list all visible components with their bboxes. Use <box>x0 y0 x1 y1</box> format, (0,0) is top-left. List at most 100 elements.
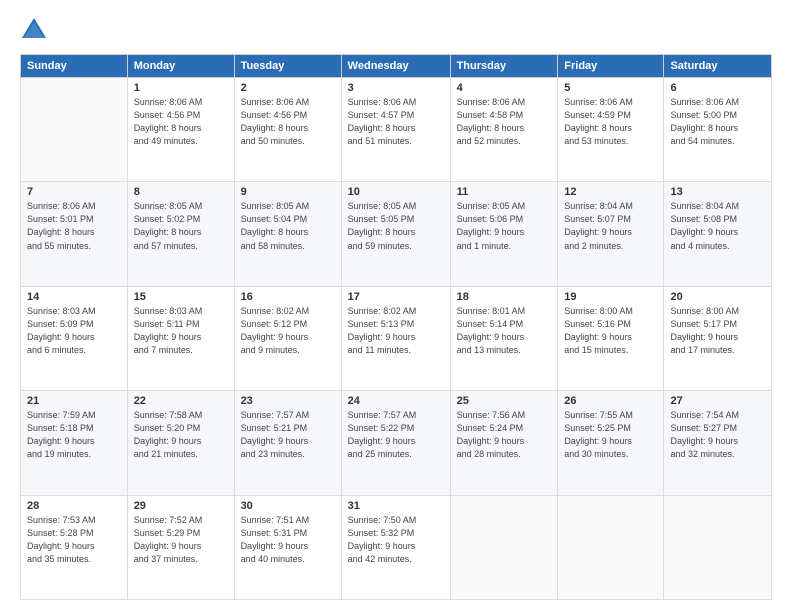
header-day-saturday: Saturday <box>664 55 772 78</box>
day-info: Sunrise: 7:59 AM Sunset: 5:18 PM Dayligh… <box>27 409 121 461</box>
day-number: 23 <box>241 395 335 407</box>
day-info: Sunrise: 8:06 AM Sunset: 4:59 PM Dayligh… <box>564 96 657 148</box>
day-number: 31 <box>348 500 444 512</box>
day-number: 6 <box>670 82 765 94</box>
day-number: 30 <box>241 500 335 512</box>
day-number: 22 <box>134 395 228 407</box>
day-number: 18 <box>457 291 552 303</box>
day-info: Sunrise: 8:06 AM Sunset: 4:56 PM Dayligh… <box>134 96 228 148</box>
day-info: Sunrise: 7:52 AM Sunset: 5:29 PM Dayligh… <box>134 514 228 566</box>
week-row-4: 21 Sunrise: 7:59 AM Sunset: 5:18 PM Dayli… <box>21 391 772 495</box>
day-info: Sunrise: 8:06 AM Sunset: 5:00 PM Dayligh… <box>670 96 765 148</box>
day-info: Sunrise: 8:02 AM Sunset: 5:12 PM Dayligh… <box>241 305 335 357</box>
calendar-cell: 3 Sunrise: 8:06 AM Sunset: 4:57 PM Daylig… <box>341 78 450 182</box>
day-number: 20 <box>670 291 765 303</box>
day-info: Sunrise: 8:05 AM Sunset: 5:02 PM Dayligh… <box>134 200 228 252</box>
logo-icon <box>20 16 48 44</box>
calendar-cell: 2Sunrise: 8:06 AM Sunset: 4:56 PM Daylig… <box>234 78 341 182</box>
calendar-cell: 31 Sunrise: 7:50 AM Sunset: 5:32 PM Dayli… <box>341 495 450 599</box>
calendar-cell <box>558 495 664 599</box>
calendar-cell: 19Sunrise: 8:00 AM Sunset: 5:16 PM Dayli… <box>558 286 664 390</box>
calendar-cell: 7 Sunrise: 8:06 AM Sunset: 5:01 PM Daylig… <box>21 182 128 286</box>
day-info: Sunrise: 8:00 AM Sunset: 5:17 PM Dayligh… <box>670 305 765 357</box>
calendar-cell: 18 Sunrise: 8:01 AM Sunset: 5:14 PM Dayli… <box>450 286 558 390</box>
day-number: 15 <box>134 291 228 303</box>
day-number: 5 <box>564 82 657 94</box>
calendar-header: SundayMondayTuesdayWednesdayThursdayFrid… <box>21 55 772 78</box>
day-number: 25 <box>457 395 552 407</box>
calendar-cell: 23Sunrise: 7:57 AM Sunset: 5:21 PM Dayli… <box>234 391 341 495</box>
calendar-cell: 26 Sunrise: 7:55 AM Sunset: 5:25 PM Dayli… <box>558 391 664 495</box>
day-number: 14 <box>27 291 121 303</box>
day-info: Sunrise: 8:03 AM Sunset: 5:09 PM Dayligh… <box>27 305 121 357</box>
day-number: 29 <box>134 500 228 512</box>
day-info: Sunrise: 8:05 AM Sunset: 5:05 PM Dayligh… <box>348 200 444 252</box>
day-info: Sunrise: 7:54 AM Sunset: 5:27 PM Dayligh… <box>670 409 765 461</box>
calendar-cell: 14 Sunrise: 8:03 AM Sunset: 5:09 PM Dayli… <box>21 286 128 390</box>
day-info: Sunrise: 7:55 AM Sunset: 5:25 PM Dayligh… <box>564 409 657 461</box>
header-day-monday: Monday <box>127 55 234 78</box>
day-number: 1 <box>134 82 228 94</box>
day-number: 28 <box>27 500 121 512</box>
day-number: 19 <box>564 291 657 303</box>
week-row-2: 7 Sunrise: 8:06 AM Sunset: 5:01 PM Daylig… <box>21 182 772 286</box>
header-day-wednesday: Wednesday <box>341 55 450 78</box>
day-number: 7 <box>27 186 121 198</box>
day-info: Sunrise: 7:53 AM Sunset: 5:28 PM Dayligh… <box>27 514 121 566</box>
header-row: SundayMondayTuesdayWednesdayThursdayFrid… <box>21 55 772 78</box>
day-info: Sunrise: 8:05 AM Sunset: 5:06 PM Dayligh… <box>457 200 552 252</box>
day-info: Sunrise: 7:56 AM Sunset: 5:24 PM Dayligh… <box>457 409 552 461</box>
calendar-cell: 4 Sunrise: 8:06 AM Sunset: 4:58 PM Daylig… <box>450 78 558 182</box>
calendar-body: 1 Sunrise: 8:06 AM Sunset: 4:56 PM Daylig… <box>21 78 772 600</box>
day-info: Sunrise: 8:01 AM Sunset: 5:14 PM Dayligh… <box>457 305 552 357</box>
calendar-cell: 6 Sunrise: 8:06 AM Sunset: 5:00 PM Daylig… <box>664 78 772 182</box>
day-info: Sunrise: 8:06 AM Sunset: 5:01 PM Dayligh… <box>27 200 121 252</box>
header-day-tuesday: Tuesday <box>234 55 341 78</box>
day-info: Sunrise: 8:04 AM Sunset: 5:07 PM Dayligh… <box>564 200 657 252</box>
week-row-1: 1 Sunrise: 8:06 AM Sunset: 4:56 PM Daylig… <box>21 78 772 182</box>
calendar-cell: 15 Sunrise: 8:03 AM Sunset: 5:11 PM Dayli… <box>127 286 234 390</box>
day-number: 13 <box>670 186 765 198</box>
day-info: Sunrise: 8:05 AM Sunset: 5:04 PM Dayligh… <box>241 200 335 252</box>
page: SundayMondayTuesdayWednesdayThursdayFrid… <box>0 0 792 612</box>
day-info: Sunrise: 7:51 AM Sunset: 5:31 PM Dayligh… <box>241 514 335 566</box>
calendar-cell: 25 Sunrise: 7:56 AM Sunset: 5:24 PM Dayli… <box>450 391 558 495</box>
calendar-cell: 28 Sunrise: 7:53 AM Sunset: 5:28 PM Dayli… <box>21 495 128 599</box>
calendar-cell <box>664 495 772 599</box>
day-number: 26 <box>564 395 657 407</box>
day-number: 4 <box>457 82 552 94</box>
calendar-cell: 20 Sunrise: 8:00 AM Sunset: 5:17 PM Dayli… <box>664 286 772 390</box>
calendar-cell: 1 Sunrise: 8:06 AM Sunset: 4:56 PM Daylig… <box>127 78 234 182</box>
day-number: 3 <box>348 82 444 94</box>
calendar-cell: 24 Sunrise: 7:57 AM Sunset: 5:22 PM Dayli… <box>341 391 450 495</box>
day-number: 17 <box>348 291 444 303</box>
day-number: 11 <box>457 186 552 198</box>
calendar-cell: 30 Sunrise: 7:51 AM Sunset: 5:31 PM Dayli… <box>234 495 341 599</box>
day-info: Sunrise: 8:06 AM Sunset: 4:56 PM Dayligh… <box>241 96 335 148</box>
day-info: Sunrise: 7:50 AM Sunset: 5:32 PM Dayligh… <box>348 514 444 566</box>
calendar-cell: 16 Sunrise: 8:02 AM Sunset: 5:12 PM Dayli… <box>234 286 341 390</box>
day-info: Sunrise: 8:03 AM Sunset: 5:11 PM Dayligh… <box>134 305 228 357</box>
day-number: 8 <box>134 186 228 198</box>
day-info: Sunrise: 8:06 AM Sunset: 4:57 PM Dayligh… <box>348 96 444 148</box>
day-info: Sunrise: 8:06 AM Sunset: 4:58 PM Dayligh… <box>457 96 552 148</box>
calendar-table: SundayMondayTuesdayWednesdayThursdayFrid… <box>20 54 772 600</box>
week-row-5: 28 Sunrise: 7:53 AM Sunset: 5:28 PM Dayli… <box>21 495 772 599</box>
day-number: 21 <box>27 395 121 407</box>
day-info: Sunrise: 8:04 AM Sunset: 5:08 PM Dayligh… <box>670 200 765 252</box>
header-day-thursday: Thursday <box>450 55 558 78</box>
day-number: 24 <box>348 395 444 407</box>
day-number: 16 <box>241 291 335 303</box>
header <box>20 16 772 44</box>
header-day-friday: Friday <box>558 55 664 78</box>
calendar-cell: 27 Sunrise: 7:54 AM Sunset: 5:27 PM Dayli… <box>664 391 772 495</box>
calendar-cell: 21 Sunrise: 7:59 AM Sunset: 5:18 PM Dayli… <box>21 391 128 495</box>
day-info: Sunrise: 7:57 AM Sunset: 5:22 PM Dayligh… <box>348 409 444 461</box>
calendar-cell: 9Sunrise: 8:05 AM Sunset: 5:04 PM Daylig… <box>234 182 341 286</box>
calendar-cell <box>21 78 128 182</box>
logo <box>20 16 52 44</box>
calendar: SundayMondayTuesdayWednesdayThursdayFrid… <box>20 54 772 600</box>
calendar-cell: 12Sunrise: 8:04 AM Sunset: 5:07 PM Dayli… <box>558 182 664 286</box>
day-number: 27 <box>670 395 765 407</box>
header-day-sunday: Sunday <box>21 55 128 78</box>
